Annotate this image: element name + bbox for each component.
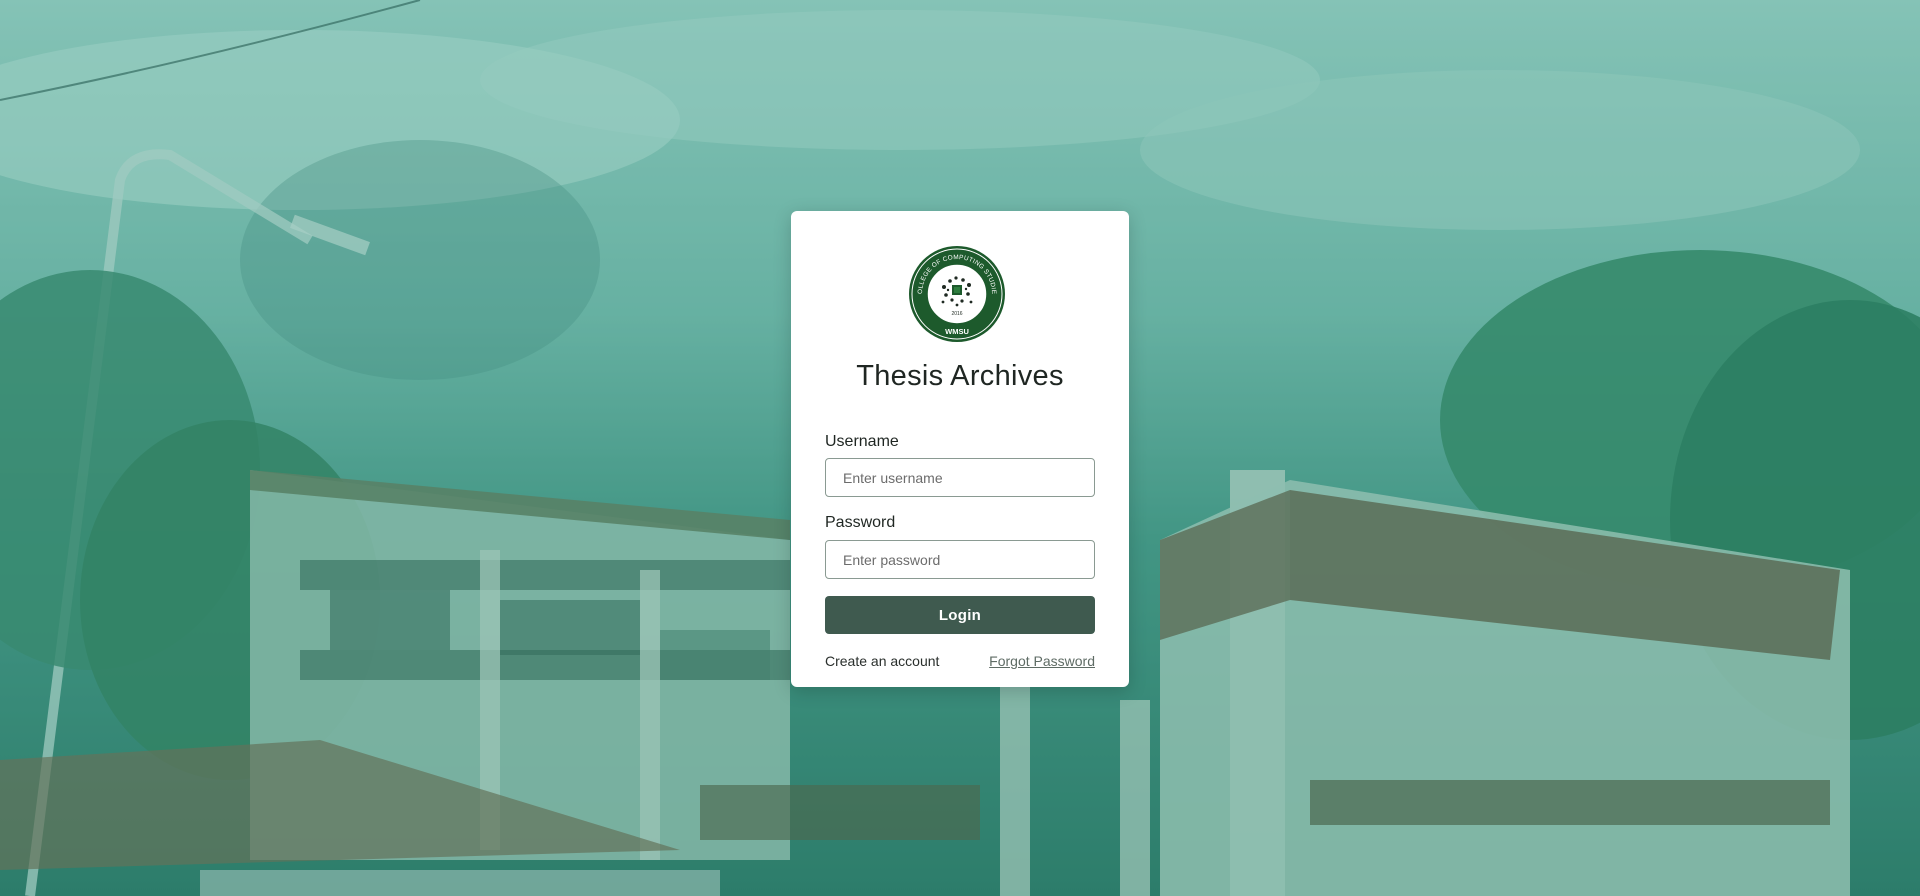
login-card: 2016 COLLEGE OF COMPUTING STUDIES WMSU T… — [791, 211, 1129, 687]
password-label: Password — [825, 514, 896, 531]
college-seal-icon: 2016 COLLEGE OF COMPUTING STUDIES WMSU — [906, 240, 1005, 342]
username-label: Username — [825, 433, 899, 450]
logo-bottom-text: WMSU — [945, 327, 969, 336]
login-page: 2016 COLLEGE OF COMPUTING STUDIES WMSU T… — [0, 0, 1920, 896]
logo-year: 2016 — [951, 311, 962, 317]
page-title: Thesis Archives — [856, 360, 1064, 392]
college-logo: 2016 COLLEGE OF COMPUTING STUDIES WMSU — [906, 240, 1006, 343]
footer-links: Create an account Forgot Password — [825, 653, 1095, 673]
create-account-link[interactable]: Create an account — [825, 653, 939, 669]
login-button[interactable]: Login — [825, 596, 1095, 634]
forgot-password-link[interactable]: Forgot Password — [989, 653, 1095, 669]
username-input[interactable] — [825, 458, 1095, 497]
password-input[interactable] — [825, 540, 1095, 579]
